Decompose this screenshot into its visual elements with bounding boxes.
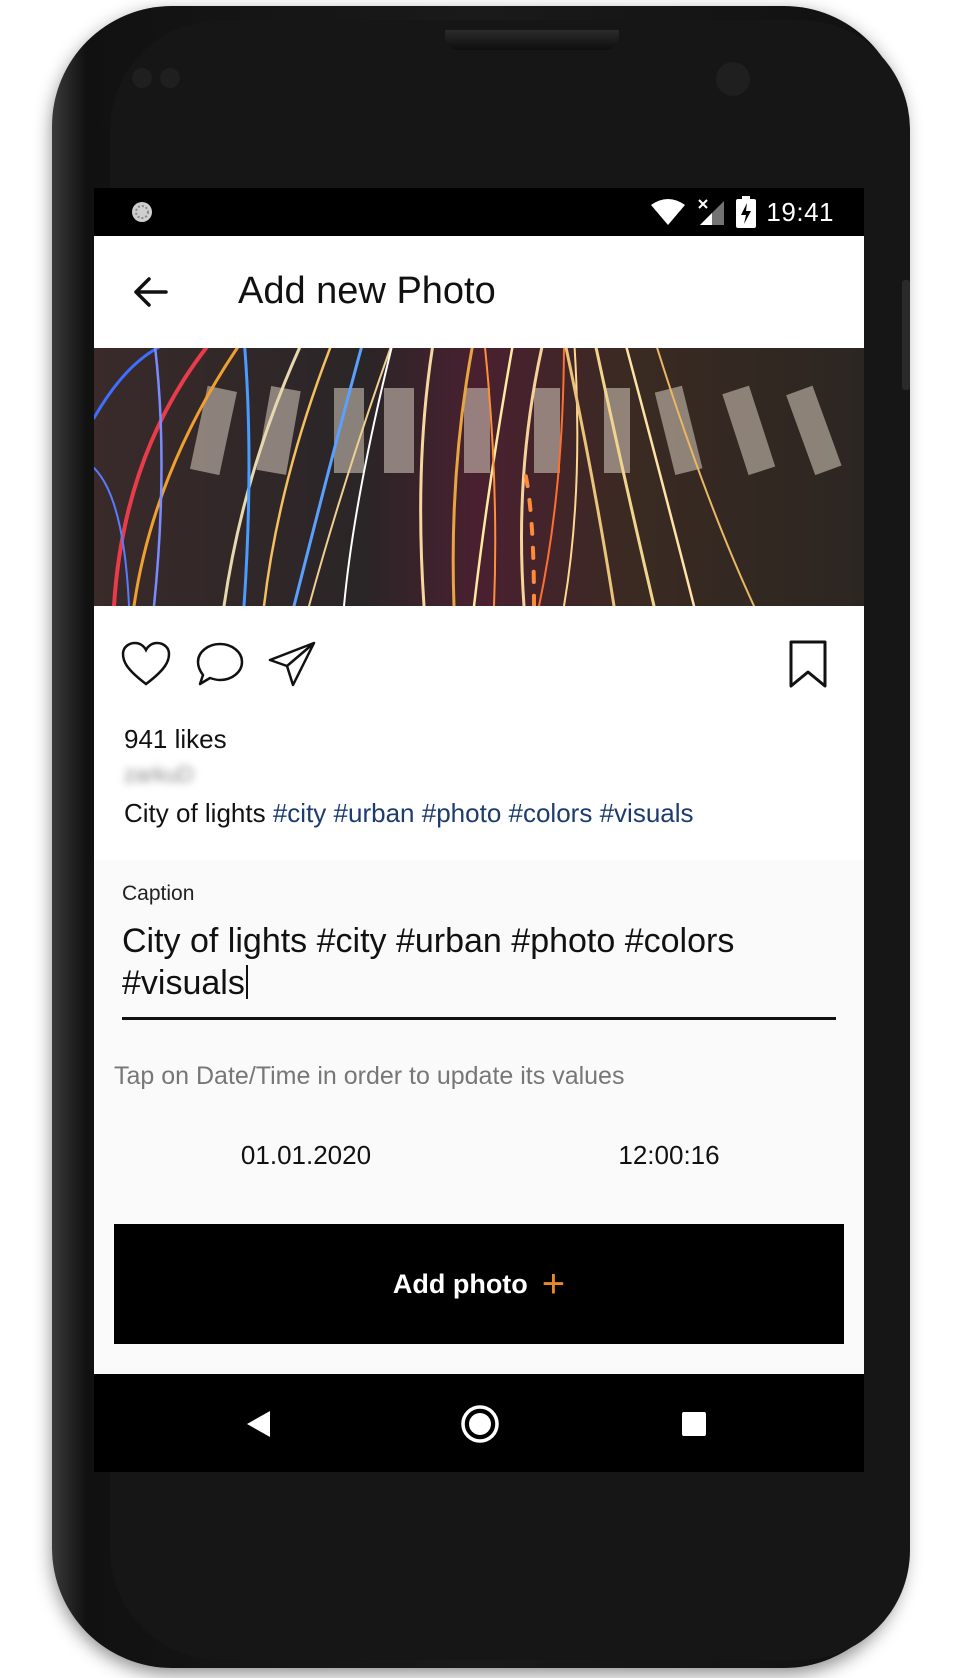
bookmark-button[interactable] xyxy=(780,636,836,692)
hashtag-link[interactable]: #visuals xyxy=(600,798,694,828)
hashtag-link[interactable]: #city xyxy=(273,798,326,828)
send-icon xyxy=(268,641,316,687)
phone-speaker xyxy=(445,30,619,50)
like-button[interactable] xyxy=(118,636,174,692)
text-cursor xyxy=(245,965,248,999)
bookmark-icon xyxy=(789,640,827,688)
post-username: zarkuD xyxy=(124,762,194,787)
post-preview: 941 likes zarkuD City of lights #city #u… xyxy=(94,606,864,860)
city-lights-photo xyxy=(94,348,864,606)
comment-button[interactable] xyxy=(192,636,248,692)
hashtag-link[interactable]: #urban xyxy=(334,798,415,828)
home-circle-icon xyxy=(461,1405,499,1443)
nav-recents-button[interactable] xyxy=(666,1396,722,1452)
hashtag-link[interactable]: #photo xyxy=(422,798,502,828)
sync-icon xyxy=(132,202,152,222)
hashtag-link[interactable]: #colors xyxy=(509,798,593,828)
add-photo-button-label: Add photo xyxy=(392,1268,528,1299)
signal-icon xyxy=(698,199,725,225)
front-camera xyxy=(716,62,750,96)
nav-back-button[interactable] xyxy=(230,1396,286,1452)
caption-input-value: City of lights #city #urban #photo #colo… xyxy=(122,922,735,1002)
plus-icon: + xyxy=(541,1262,566,1306)
side-button-power xyxy=(902,280,910,390)
heart-icon xyxy=(121,641,171,686)
likes-count: 941 likes xyxy=(124,724,227,754)
nav-home-button[interactable] xyxy=(452,1396,508,1452)
status-time: 19:41 xyxy=(766,196,834,227)
back-button[interactable] xyxy=(122,264,178,320)
back-triangle-icon xyxy=(247,1411,270,1437)
app-screen: 19:41 Add new Photo 941 likes zarkuD Cit… xyxy=(94,188,864,1472)
caption-label: Caption xyxy=(122,882,195,905)
wifi-icon xyxy=(651,199,686,225)
date-picker-field[interactable]: 01.01.2020 xyxy=(226,1140,386,1180)
post-caption-text: City of lights xyxy=(124,798,266,828)
add-photo-button[interactable]: Add photo + xyxy=(114,1224,844,1344)
time-picker-field[interactable]: 12:00:16 xyxy=(604,1140,734,1180)
status-icons: 19:41 xyxy=(650,188,834,236)
share-button[interactable] xyxy=(264,636,320,692)
battery-charging-icon xyxy=(736,196,757,228)
system-nav-bar xyxy=(94,1374,864,1472)
post-caption: City of lights #city #urban #photo #colo… xyxy=(124,798,694,829)
photo-preview xyxy=(94,348,864,606)
page-title: Add new Photo xyxy=(238,270,496,312)
phone-sensor-left-2 xyxy=(160,68,180,88)
caption-input[interactable]: City of lights #city #urban #photo #colo… xyxy=(122,920,836,1020)
date-time-hint: Tap on Date/Time in order to update its … xyxy=(114,1062,625,1090)
status-bar: 19:41 xyxy=(94,188,864,236)
app-bar: Add new Photo xyxy=(94,236,864,348)
recents-square-icon xyxy=(682,1412,706,1436)
comment-icon xyxy=(196,642,244,686)
arrow-left-icon xyxy=(134,277,168,307)
phone-sensor-left xyxy=(132,68,152,88)
